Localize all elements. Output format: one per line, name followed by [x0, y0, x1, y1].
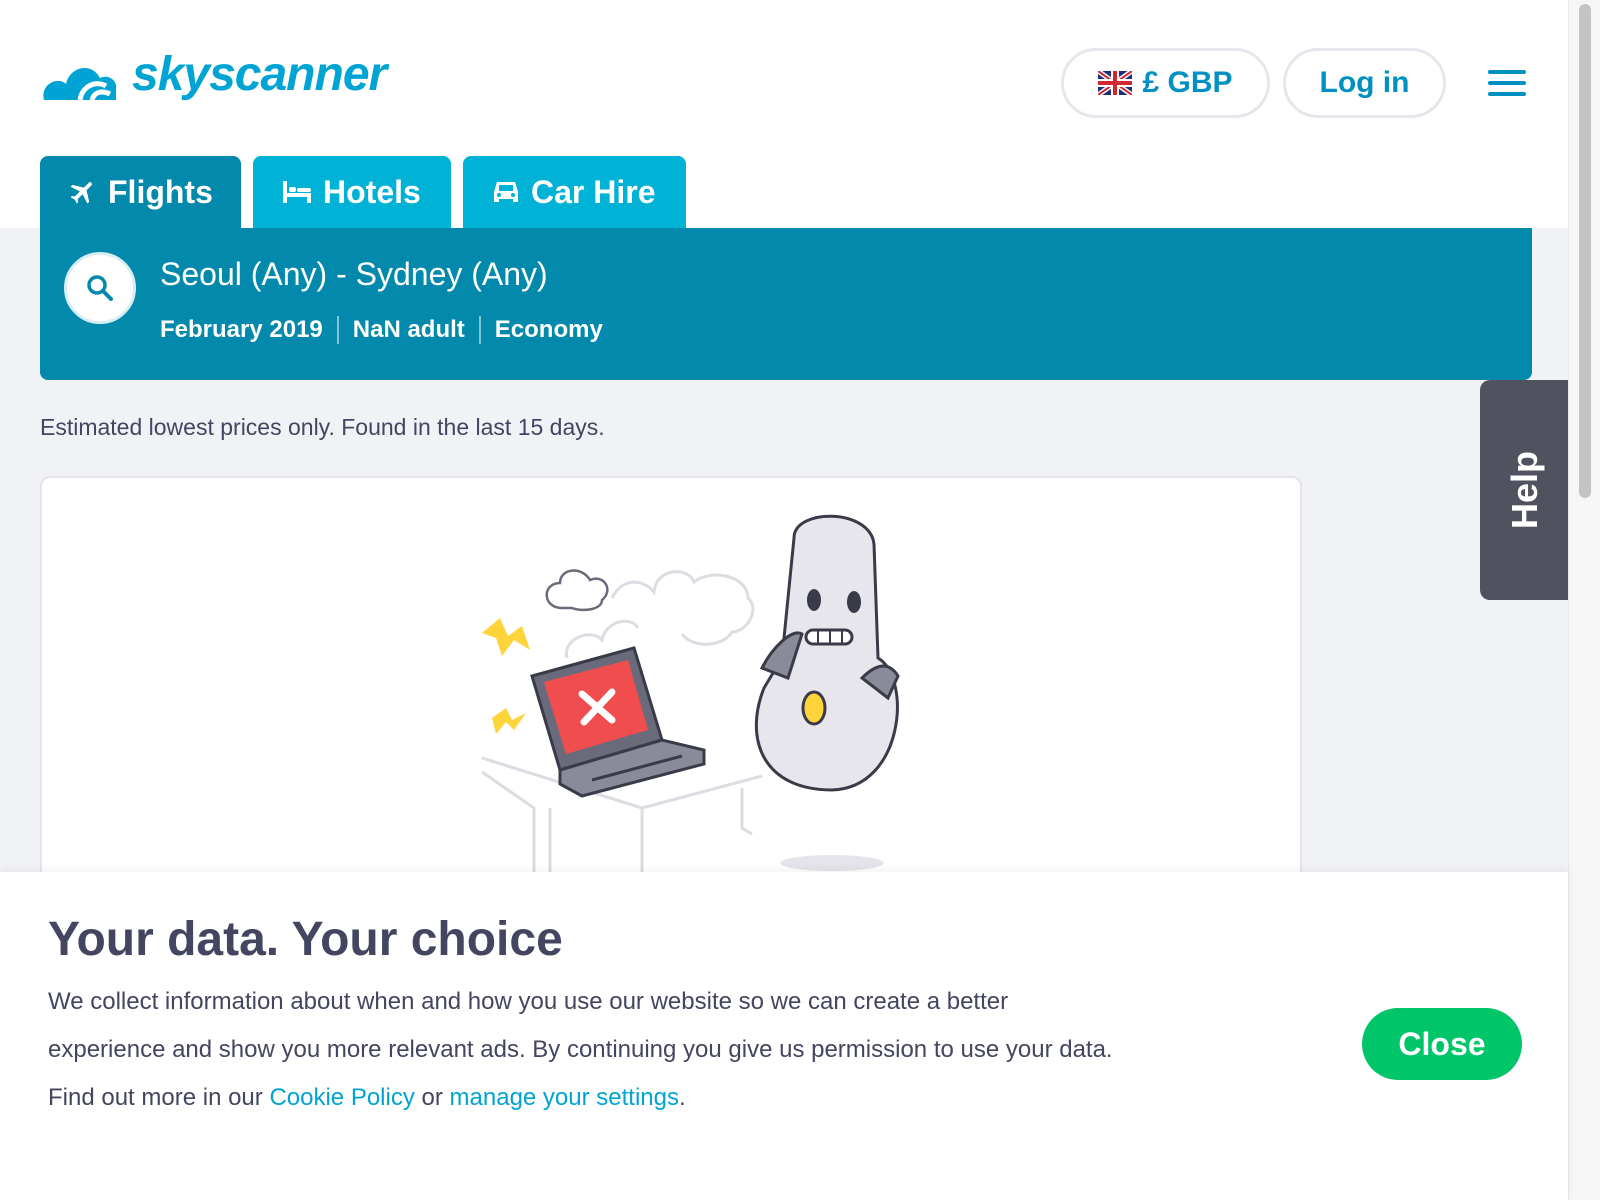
bed-icon	[283, 181, 311, 203]
login-button[interactable]: Log in	[1283, 48, 1446, 118]
cookie-title: Your data. Your choice	[48, 913, 563, 966]
search-meta: February 2019 NaN adult Economy	[160, 316, 631, 344]
login-label: Log in	[1319, 66, 1410, 99]
tab-car-hire[interactable]: Car Hire	[463, 156, 686, 228]
tab-hotels[interactable]: Hotels	[253, 156, 451, 228]
cookie-policy-link[interactable]: Cookie Policy	[269, 1084, 414, 1111]
broken-laptop-robot-illustration	[481, 514, 900, 888]
search-date: February 2019	[160, 316, 339, 344]
cookie-banner: Your data. Your choice We collect inform…	[0, 872, 1568, 1200]
help-tab[interactable]: Help	[1480, 380, 1570, 600]
tab-hotels-label: Hotels	[323, 173, 421, 210]
help-label: Help	[1503, 450, 1545, 530]
skyscanner-logo[interactable]: skyscanner	[40, 44, 387, 104]
search-button[interactable]	[64, 252, 136, 324]
price-note: Estimated lowest prices only. Found in t…	[40, 414, 605, 440]
cookie-text-part3: .	[679, 1084, 686, 1111]
logo-text: skyscanner	[132, 47, 387, 101]
skyscanner-cloud-icon	[43, 67, 117, 101]
close-button[interactable]: Close	[1362, 1008, 1522, 1080]
uk-flag-icon	[1098, 71, 1133, 95]
search-travellers: NaN adult	[353, 316, 481, 344]
cookie-text: We collect information about when and ho…	[48, 978, 1128, 1122]
scrollbar-thumb[interactable]	[1579, 4, 1591, 498]
manage-settings-link[interactable]: manage your settings	[450, 1084, 679, 1111]
search-cabin-class: Economy	[494, 316, 603, 343]
search-icon	[87, 275, 113, 301]
search-route: Seoul (Any) - Sydney (Any)	[160, 256, 548, 292]
search-summary-panel[interactable]: Seoul (Any) - Sydney (Any) February 2019…	[40, 228, 1532, 380]
cookie-text-part2: or	[414, 1084, 450, 1111]
car-icon	[494, 182, 518, 202]
tab-car-hire-label: Car Hire	[531, 173, 656, 210]
currency-label: £ GBP	[1142, 66, 1233, 99]
tab-flights[interactable]: Flights	[40, 156, 241, 228]
error-card	[40, 476, 1302, 906]
site-header: skyscanner £ GBP Log in Flights Hotels C…	[0, 0, 1568, 228]
currency-button[interactable]: £ GBP	[1061, 48, 1270, 118]
tab-flights-label: Flights	[108, 173, 213, 210]
scrollbar[interactable]	[1568, 0, 1600, 1200]
hamburger-menu-icon[interactable]	[1488, 70, 1526, 100]
plane-icon	[70, 182, 92, 204]
